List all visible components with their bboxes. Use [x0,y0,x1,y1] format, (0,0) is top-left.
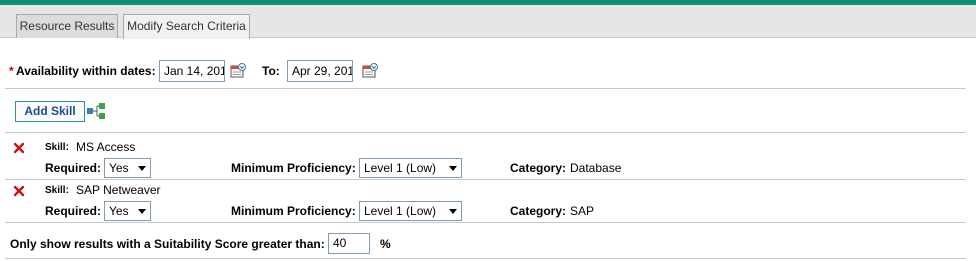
chevron-down-icon [449,209,457,214]
tab-modify-search-criteria[interactable]: Modify Search Criteria [123,14,250,39]
category-value: SAP [570,204,595,218]
skill-label: Skill: [45,142,69,153]
suitability-label: Only show results with a Suitability Sco… [10,237,325,251]
suitability-score-field[interactable]: 40 [328,233,370,254]
divider [5,179,966,180]
delete-skill-icon[interactable] [13,142,25,154]
divider [5,258,966,259]
category-label: Category: [510,204,567,218]
end-date-field[interactable]: Apr 29, 201 [287,60,353,82]
chevron-down-icon [138,166,146,171]
required-select[interactable]: Yes [104,158,151,178]
chevron-down-icon [138,209,146,214]
proficiency-label: Minimum Proficiency: [231,204,356,218]
proficiency-select-value: Level 1 (Low) [364,204,437,218]
skill-name: MS Access [76,140,136,154]
start-date-field[interactable]: Jan 14, 201 [159,60,225,82]
delete-skill-icon[interactable] [13,185,25,197]
skill-tree-icon[interactable] [86,103,106,119]
availability-label: Availability within dates: [16,64,156,78]
percent-unit: % [380,237,391,251]
required-select[interactable]: Yes [104,201,151,221]
tab-strip: Resource Results Modify Search Criteria [0,5,976,39]
chevron-down-icon [449,166,457,171]
tab-resource-results[interactable]: Resource Results [16,14,118,38]
calendar-icon[interactable] [230,63,246,79]
skill-label: Skill: [45,185,69,196]
divider [5,132,966,133]
category-label: Category: [510,161,567,175]
required-marker: * [9,64,14,78]
divider [5,222,966,223]
required-label: Required: [45,161,102,175]
to-label: To: [262,64,280,78]
required-select-value: Yes [109,204,129,218]
proficiency-select[interactable]: Level 1 (Low) [359,201,462,221]
proficiency-select-value: Level 1 (Low) [364,161,437,175]
required-select-value: Yes [109,161,129,175]
calendar-icon[interactable] [362,63,378,79]
category-value: Database [570,161,622,175]
add-skill-button[interactable]: Add Skill [15,101,85,122]
proficiency-select[interactable]: Level 1 (Low) [359,158,462,178]
divider [5,88,966,89]
required-label: Required: [45,204,102,218]
proficiency-label: Minimum Proficiency: [231,161,356,175]
skill-name: SAP Netweaver [76,183,161,197]
